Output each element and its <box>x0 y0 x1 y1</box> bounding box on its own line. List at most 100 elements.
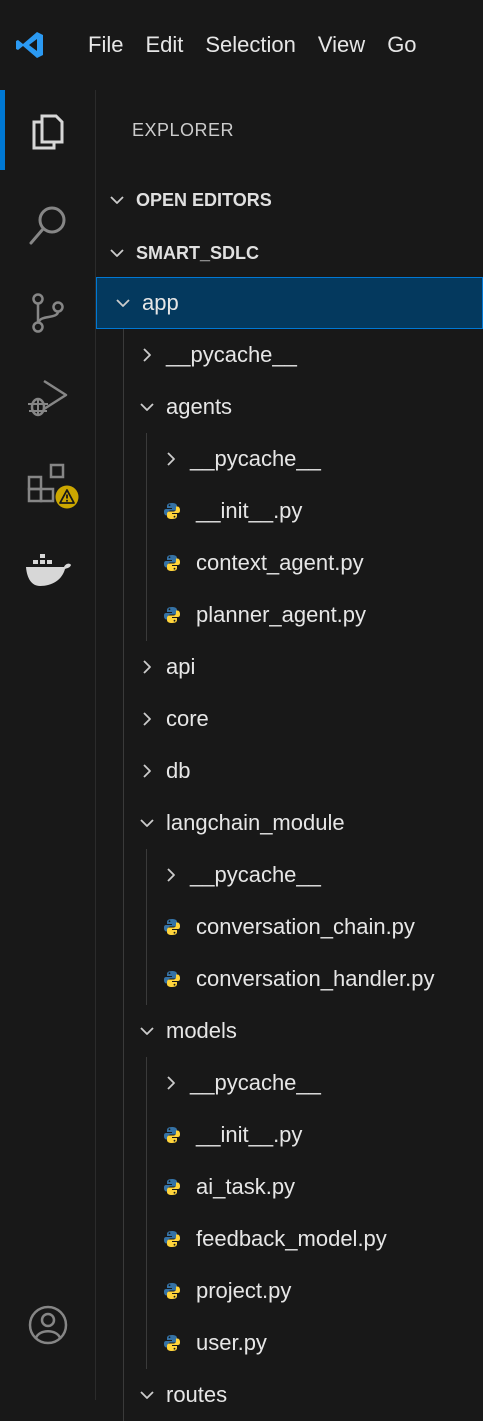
explorer-sidebar: EXPLORER OPEN EDITORS SMART_SDLC app __py… <box>96 90 483 1421</box>
chevron-right-icon <box>136 346 158 364</box>
title-bar: File Edit Selection View Go <box>0 0 483 90</box>
menu-go[interactable]: Go <box>387 32 416 58</box>
docker-activity[interactable] <box>0 530 95 610</box>
workspace-label: SMART_SDLC <box>136 242 260 263</box>
docker-icon <box>25 554 71 586</box>
indent-guide <box>123 329 124 1421</box>
chevron-right-icon <box>160 450 182 468</box>
python-file-icon <box>160 606 184 624</box>
tree-folder-item[interactable]: __pycache__ <box>96 1057 483 1109</box>
chevron-down-icon <box>136 398 158 416</box>
chevron-down-icon <box>136 1386 158 1404</box>
tree-folder-item[interactable]: app <box>96 277 483 329</box>
search-activity[interactable] <box>0 185 95 265</box>
chevron-down-icon <box>106 244 128 262</box>
warning-badge-icon <box>55 485 79 509</box>
python-file-icon <box>160 502 184 520</box>
python-file-icon <box>160 1126 184 1144</box>
open-editors-section[interactable]: OPEN EDITORS <box>96 182 483 218</box>
source-control-activity[interactable] <box>0 273 95 353</box>
chevron-down-icon <box>106 191 128 209</box>
tree-folder-item[interactable]: agents <box>96 381 483 433</box>
menu-bar: File Edit Selection View Go <box>60 0 439 90</box>
tree-item-label: feedback_model.py <box>196 1226 387 1251</box>
tree-file-item[interactable]: planner_agent.py <box>96 589 483 641</box>
tree-item-label: api <box>166 654 196 679</box>
tree-folder-item[interactable]: core <box>96 693 483 745</box>
run-debug-activity[interactable] <box>0 357 95 437</box>
tree-folder-item[interactable]: api <box>96 641 483 693</box>
tree-file-item[interactable]: __init__.py <box>96 485 483 537</box>
menu-edit[interactable]: Edit <box>145 32 183 58</box>
tree-item-label: planner_agent.py <box>196 602 367 627</box>
tree-item-label: routes <box>166 1382 228 1407</box>
chevron-right-icon <box>136 658 158 676</box>
workspace-section[interactable]: SMART_SDLC <box>96 235 483 271</box>
tree-file-item[interactable]: conversation_handler.py <box>96 953 483 1005</box>
chevron-down-icon <box>112 294 134 312</box>
activity-bar <box>0 90 96 1400</box>
python-file-icon <box>160 1334 184 1352</box>
tree-item-label: __pycache__ <box>190 446 321 471</box>
source-control-icon <box>31 293 64 333</box>
tree-file-item[interactable]: user.py <box>96 1317 483 1369</box>
explorer-activity[interactable] <box>0 90 95 170</box>
python-file-icon <box>160 1230 184 1248</box>
chevron-right-icon <box>160 1074 182 1092</box>
python-file-icon <box>160 1178 184 1196</box>
tree-item-label: __init__.py <box>196 498 303 523</box>
menu-selection[interactable]: Selection <box>205 32 296 58</box>
indent-guide <box>146 1057 147 1369</box>
explorer-title: EXPLORER <box>132 120 235 140</box>
search-icon <box>29 206 65 245</box>
run-debug-icon <box>27 379 67 417</box>
files-icon <box>32 114 63 150</box>
python-file-icon <box>160 1282 184 1300</box>
tree-folder-item[interactable]: __pycache__ <box>96 433 483 485</box>
extensions-activity[interactable] <box>0 442 95 522</box>
tree-item-label: core <box>166 706 209 731</box>
tree-file-item[interactable]: __init__.py <box>96 1109 483 1161</box>
tree-item-label: ai_task.py <box>196 1174 296 1199</box>
tree-folder-item[interactable]: models <box>96 1005 483 1057</box>
tree-item-label: db <box>166 758 191 783</box>
chevron-down-icon <box>136 1022 158 1040</box>
python-file-icon <box>160 554 184 572</box>
tree-folder-item[interactable]: __pycache__ <box>96 849 483 901</box>
active-indicator <box>0 90 5 170</box>
chevron-right-icon <box>136 762 158 780</box>
python-file-icon <box>160 970 184 988</box>
menu-file[interactable]: File <box>88 32 123 58</box>
chevron-right-icon <box>160 866 182 884</box>
tree-item-label: user.py <box>196 1330 267 1355</box>
vscode-logo-icon <box>0 0 60 90</box>
tree-item-label: conversation_chain.py <box>196 914 415 939</box>
tree-item-label: conversation_handler.py <box>196 966 435 991</box>
tree-item-label: __pycache__ <box>190 862 321 887</box>
tree-folder-item[interactable]: __pycache__ <box>96 329 483 381</box>
chevron-right-icon <box>136 710 158 728</box>
tree-file-item[interactable]: project.py <box>96 1265 483 1317</box>
indent-guide <box>146 849 147 1005</box>
tree-folder-item[interactable]: routes <box>96 1369 483 1421</box>
tree-item-label: project.py <box>196 1278 292 1303</box>
tree-item-label: agents <box>166 394 233 419</box>
accounts-activity[interactable] <box>0 1285 95 1365</box>
tree-item-label: __init__.py <box>196 1122 303 1147</box>
tree-file-item[interactable]: ai_task.py <box>96 1161 483 1213</box>
tree-file-item[interactable]: conversation_chain.py <box>96 901 483 953</box>
tree-item-label: models <box>166 1018 237 1043</box>
open-editors-label: OPEN EDITORS <box>136 189 272 210</box>
tree-file-item[interactable]: feedback_model.py <box>96 1213 483 1265</box>
chevron-down-icon <box>136 814 158 832</box>
indent-guide <box>146 433 147 641</box>
python-file-icon <box>160 918 184 936</box>
tree-folder-item[interactable]: langchain_module <box>96 797 483 849</box>
tree-file-item[interactable]: context_agent.py <box>96 537 483 589</box>
tree-item-label: langchain_module <box>166 810 345 835</box>
menu-view[interactable]: View <box>318 32 365 58</box>
tree-item-label: context_agent.py <box>196 550 364 575</box>
account-icon <box>28 1305 67 1345</box>
tree-folder-item[interactable]: db <box>96 745 483 797</box>
tree-item-label: __pycache__ <box>190 1070 321 1095</box>
